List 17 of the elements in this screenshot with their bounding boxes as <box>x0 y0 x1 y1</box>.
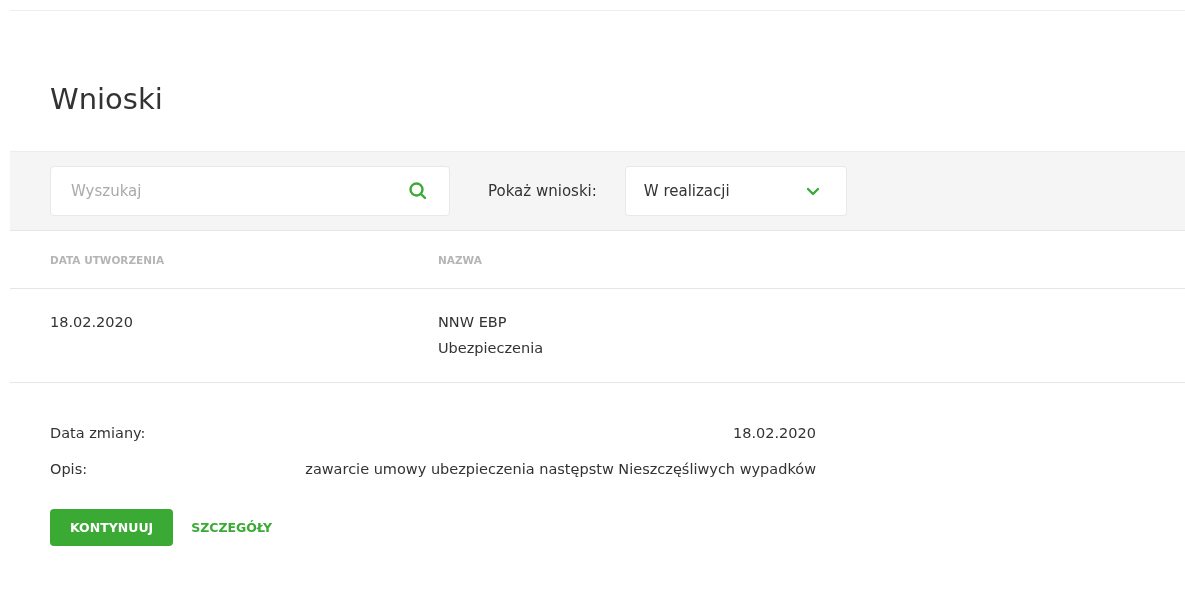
continue-button[interactable]: KONTYNUUJ <box>50 509 174 546</box>
table-cell: Ubezpieczenia <box>438 340 544 356</box>
table-cell-text: 18.02.2020 <box>50 314 135 332</box>
chevron-down-icon <box>805 186 820 196</box>
table-cell-text: NNW EBP <box>438 314 508 330</box>
detail-value: zawarcie umowy ubezpieczenia następstw Nieszczęśliwych wypadków <box>305 461 816 477</box>
detail-label: Data zmiany: <box>50 425 146 441</box>
column-header: NAZWA <box>438 253 482 266</box>
column-header: DATA UTWORZENIA <box>50 253 166 266</box>
details-link[interactable]: SZCZEGÓŁY <box>191 520 273 535</box>
detail-label: Opis: <box>50 461 88 477</box>
status-dropdown[interactable]: W realizacji <box>624 166 847 216</box>
search-icon <box>408 181 428 201</box>
detail-value: 18.02.2020 <box>732 425 816 441</box>
page-title: Wnioski <box>49 81 164 118</box>
filter-label: Pokaż wnioski: <box>488 182 597 200</box>
search-field[interactable]: Wyszukaj <box>50 166 450 216</box>
